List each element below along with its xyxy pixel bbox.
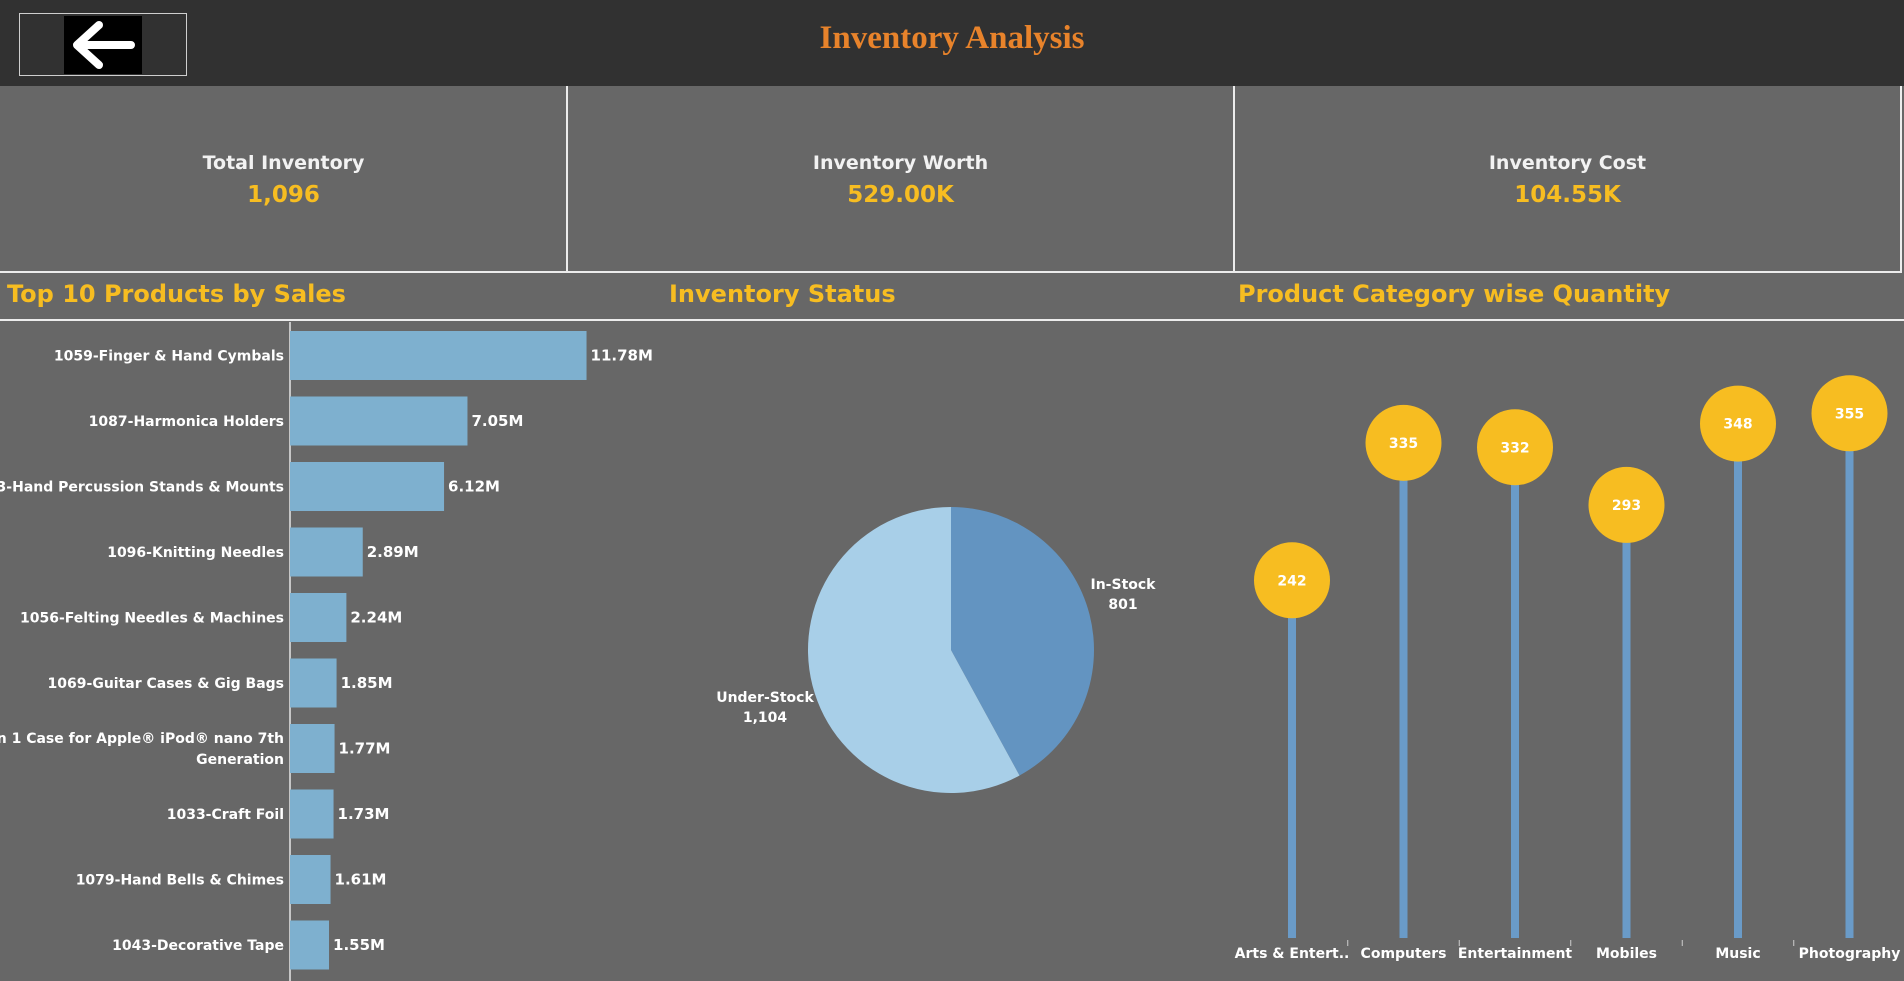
bar-category-label-line: 1087-Harmonica Holders (89, 414, 284, 430)
top-products-bar-chart: 11.78M 1059-Finger & Hand Cymbals 7.05M 108… (0, 322, 653, 981)
section-title-category-quantity: Product Category wise Quantity (1238, 280, 1671, 308)
kpi-value: 1,096 (247, 182, 320, 208)
bar-value-label: 1.61M (335, 871, 387, 889)
lollipop-value-label: 355 (1835, 406, 1864, 422)
pie-slice-name-label: In-Stock (1091, 577, 1157, 593)
inventory-status-pie-chart: In-Stock 801 Under-Stock 1,104 (716, 507, 1157, 793)
lollipop-value-label: 293 (1612, 498, 1641, 514)
section-divider (0, 271, 1902, 273)
pie-slice-value-label: 801 (1108, 597, 1137, 613)
bar-category-label-line: 1096-Knitting Needles (107, 545, 284, 561)
kpi-inventory-cost: Inventory Cost 104.55K (1234, 86, 1901, 272)
bar (290, 855, 331, 904)
bar-value-label: 2.24M (350, 609, 402, 627)
bar (290, 331, 587, 380)
bar-category-label: 1087-Harmonica Holders (89, 414, 284, 430)
kpi-label: Inventory Worth (812, 152, 989, 174)
bar-category-label-line: 1043-Decorative Tape (112, 938, 284, 954)
kpi-inventory-worth: Inventory Worth 529.00K (567, 86, 1234, 272)
bar (290, 789, 334, 839)
kpi-divider (1900, 86, 1902, 272)
category-quantity-lollipop-chart: 242 Arts & Entert.. 335 Computers 332 Enterta… (1235, 375, 1901, 962)
bar (290, 527, 363, 577)
bar (290, 593, 347, 642)
bar-category-label-line: 1069-Guitar Cases & Gig Bags (48, 676, 284, 692)
bar-category-label-line: 1033-Craft Foil (167, 807, 284, 823)
lollipop-value-label: 242 (1277, 573, 1306, 589)
header-bar: Inventory Analysis (0, 0, 1904, 86)
bar-value-label: 1.73M (338, 805, 390, 823)
bar (290, 462, 445, 511)
bar-category-label: 1059-Finger & Hand Cymbals (54, 349, 284, 365)
bar (290, 658, 337, 708)
bar-value-label: 1.55M (333, 936, 385, 954)
kpi-total-inventory: Total Inventory 1,096 (0, 86, 567, 272)
bar (290, 396, 468, 446)
lollipop-value-label: 332 (1500, 440, 1529, 456)
bar-value-label: 1.85M (341, 674, 393, 692)
bar-category-label-line: 1083-Hand Percussion Stands & Mounts (0, 480, 284, 496)
kpi-divider (1233, 86, 1235, 272)
lollipop-category-label: Entertainment (1458, 946, 1573, 962)
bar-category-label: 1069-Guitar Cases & Gig Bags (48, 676, 284, 692)
bar-category-label: 1083-Hand Percussion Stands & Mounts (0, 480, 284, 496)
title-underline (665, 319, 1904, 321)
kpi-divider (566, 86, 568, 272)
lollipop-category-label: Photography (1799, 946, 1901, 962)
pie-slice-name-label: Under-Stock (716, 690, 814, 706)
lollipop-value-label: 348 (1723, 417, 1752, 433)
bar (290, 920, 330, 970)
bar-category-label: 1096-Knitting Needles (107, 545, 284, 561)
bar-category-label: 1033-Craft Foil (167, 807, 284, 823)
bar-category-label-line: 99-2 in 1 Case for Apple® iPod® nano 7th (0, 731, 284, 747)
bar-category-label-line: 1056-Felting Needles & Machines (20, 611, 284, 627)
lollipop-category-label: Mobiles (1596, 946, 1657, 962)
page-title: Inventory Analysis (819, 20, 1085, 56)
lollipop-category-label: Computers (1361, 946, 1447, 962)
bar-value-label: 7.05M (471, 412, 523, 430)
bar-category-label: 1079-Hand Bells & Chimes (76, 873, 284, 889)
bar-category-label: 99-2 in 1 Case for Apple® iPod® nano 7th… (0, 731, 284, 768)
bar-value-label: 6.12M (448, 478, 500, 496)
section-title-top-products: Top 10 Products by Sales (7, 280, 346, 308)
section-title-inventory-status: Inventory Status (669, 280, 896, 308)
pie-slice-value-label: 1,104 (743, 710, 788, 726)
kpi-label: Total Inventory (202, 152, 365, 174)
title-underline (0, 319, 665, 321)
bar (290, 724, 335, 773)
bar-value-label: 2.89M (367, 543, 419, 561)
bar-category-label-line: 1079-Hand Bells & Chimes (76, 873, 284, 889)
bar-category-label: 1043-Decorative Tape (112, 938, 284, 954)
bar-category-label-line: 1059-Finger & Hand Cymbals (54, 349, 284, 365)
lollipop-category-label: Arts & Entert.. (1235, 946, 1350, 962)
lollipop-value-label: 335 (1389, 436, 1418, 452)
bar-value-label: 1.77M (339, 740, 391, 758)
kpi-value: 529.00K (847, 182, 954, 208)
kpi-label: Inventory Cost (1488, 152, 1647, 174)
kpi-value: 104.55K (1514, 182, 1621, 208)
bar-value-label: 11.78M (591, 347, 653, 365)
lollipop-category-label: Music (1715, 946, 1760, 962)
bar-category-label-line: Generation (196, 752, 284, 768)
bar-category-label: 1056-Felting Needles & Machines (20, 611, 284, 627)
